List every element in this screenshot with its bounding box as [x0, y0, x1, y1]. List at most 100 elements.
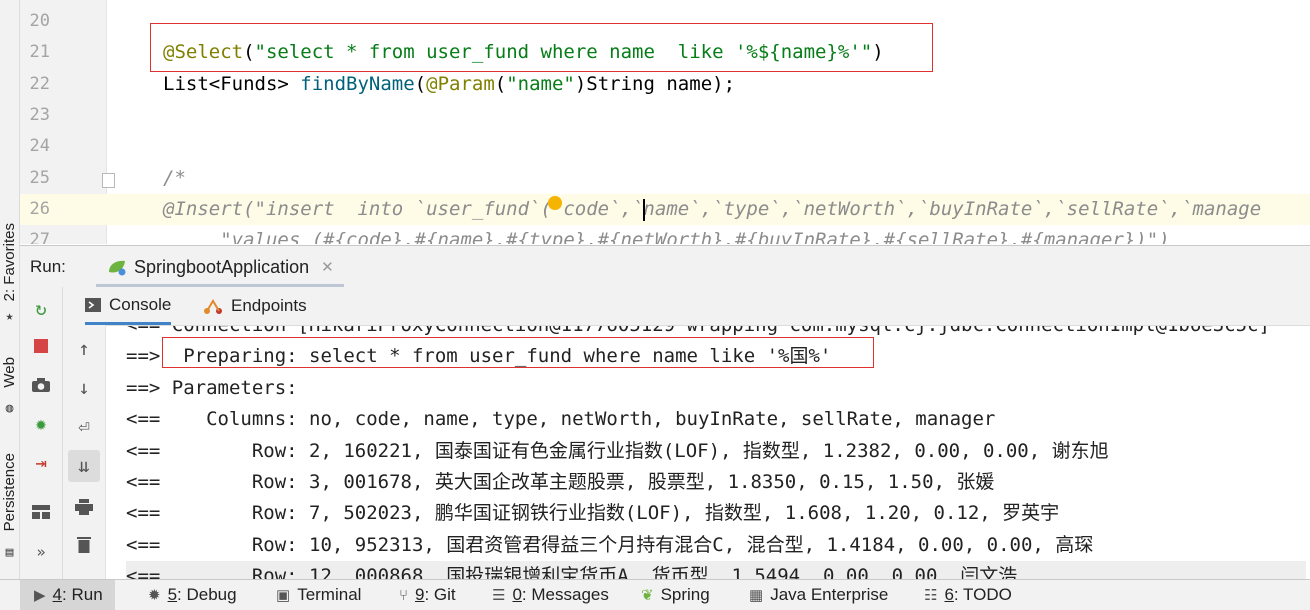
exit-icon[interactable]: ⇥: [20, 449, 62, 477]
bottom-tab-label: : Messages: [521, 585, 609, 604]
console-line: <== Row: 2, 160221, 国泰国证有色金属行业指数(LOF), 指…: [126, 439, 1109, 462]
favorites-tab[interactable]: 2: Favorites: [0, 212, 19, 312]
editor-line[interactable]: 27 "values (#{code},#{name},#{type},#{ne…: [20, 225, 1310, 244]
bottom-tab-shortcut: 0: [512, 585, 522, 604]
code-token: (: [414, 72, 427, 95]
bottom-tab-messages[interactable]: ☰ 0: Messages: [478, 580, 621, 610]
code-text: @Insert("insert into `user_fund`(`code`,…: [163, 194, 1261, 225]
editor-line[interactable]: 23: [20, 100, 1310, 131]
code-editor[interactable]: 20 21 @Select("select * from user_fund whe…: [20, 0, 1310, 244]
bottom-tab-shortcut: 4: [52, 585, 63, 604]
code-token: @Insert("insert into `user_fund`(`code`,…: [163, 197, 1262, 220]
editor-line[interactable]: 26 @Insert("insert into `user_fund`(`code…: [20, 193, 1310, 225]
bottom-tab-run[interactable]: ▶ 4: Run: [20, 580, 115, 610]
java-enterprise-icon: ▦: [749, 587, 764, 604]
git-icon: ⑂: [399, 586, 409, 604]
editor-line[interactable]: 25 /*: [20, 163, 1310, 194]
code-token: /*: [163, 166, 186, 189]
bottom-tab-label: : TODO: [953, 585, 1012, 604]
bottom-tab-label: : Run: [62, 585, 103, 604]
line-number: 20: [29, 11, 50, 31]
camera-icon[interactable]: [20, 371, 62, 399]
bottom-tab-label: Java Enterprise: [770, 585, 889, 604]
line-number: 25: [29, 167, 50, 188]
bottom-tab-label: Terminal: [297, 585, 362, 604]
fold-marker-icon[interactable]: [102, 173, 115, 188]
code-token: List<Funds>: [163, 72, 301, 95]
run-toolbar: ↻ ✹ ⇥ »: [20, 287, 63, 579]
code-token: "name": [506, 72, 575, 95]
bottom-tab-label: : Git: [424, 585, 456, 604]
console-toolbar: ↑ ↓ ⏎ ⇊: [63, 325, 106, 579]
bottom-tab-spring[interactable]: ❦ Spring: [627, 580, 722, 610]
rerun-icon[interactable]: ↻: [20, 295, 62, 323]
line-number: 24: [29, 136, 50, 157]
run-config-tab[interactable]: SpringbootApplication ✕: [96, 250, 344, 287]
console-tabs: Console Endpoints: [63, 287, 1310, 326]
console-line: <== Row: 12, 000868, 国投瑞银增利宝货币A, 货币型, 1.…: [126, 561, 1306, 579]
bottom-tab-terminal[interactable]: ▣ Terminal: [262, 580, 373, 610]
persistence-tab[interactable]: Persistence: [0, 445, 19, 540]
code-text: List<Funds> findByName(@Param("name")Str…: [163, 69, 735, 100]
messages-icon: ☰: [492, 587, 506, 604]
trash-icon[interactable]: [63, 530, 105, 558]
spring-icon: ❦: [641, 587, 654, 604]
debug-icon: ✹: [148, 587, 161, 604]
persistence-tab-label: Persistence: [1, 453, 18, 532]
editor-line[interactable]: 22 List<Funds> findByName(@Param("name")S…: [20, 69, 1310, 100]
arrow-down-icon[interactable]: ↓: [63, 374, 105, 402]
lightbulb-icon[interactable]: [548, 196, 562, 210]
code-text: /*: [163, 163, 186, 194]
select-annotation-highlight: [150, 23, 933, 72]
tab-endpoints-label: Endpoints: [231, 296, 307, 315]
editor-line[interactable]: 24: [20, 131, 1310, 162]
scroll-to-end-icon[interactable]: ⇊: [68, 450, 100, 482]
console-line: <== Row: 7, 502023, 鹏华国证钢铁行业指数(LOF), 指数型…: [126, 502, 1060, 525]
tab-console[interactable]: Console: [85, 287, 172, 325]
web-tab[interactable]: Web: [0, 350, 19, 395]
code-token: findByName: [300, 72, 415, 95]
tab-console-label: Console: [109, 294, 172, 314]
endpoints-icon: [204, 299, 222, 314]
console-line: <== Row: 3, 001678, 英大国企改革主题股票, 股票型, 1.8…: [126, 471, 995, 493]
preparing-highlight: [162, 337, 874, 368]
globe-icon: ◍: [5, 400, 14, 416]
bottom-tab-label: : Debug: [177, 585, 237, 604]
bottom-tab-shortcut: 5: [167, 585, 178, 604]
terminal-icon: ▣: [276, 587, 291, 604]
persistence-icon: ▤: [5, 544, 14, 560]
bottom-tab-todo[interactable]: ☷ 6: TODO: [910, 580, 1024, 610]
console-line: ==> Parameters:: [126, 376, 310, 399]
more-chevron-icon[interactable]: »: [20, 538, 62, 566]
console-icon: [85, 297, 101, 312]
print-icon[interactable]: [63, 493, 105, 521]
console-output[interactable]: <== Connection [HikariProxyConnection@11…: [106, 326, 1310, 579]
arrow-up-icon[interactable]: ↑: [63, 335, 105, 363]
stop-icon[interactable]: [20, 332, 62, 360]
bottom-tab-git[interactable]: ⑂ 9: Git: [385, 580, 468, 610]
code-token: (: [494, 72, 507, 95]
line-number: 27: [29, 230, 50, 244]
spring-boot-leaf-icon: [109, 260, 126, 276]
bottom-tool-bar: ▶ 4: Run ✹ 5: Debug ▣ Terminal ⑂ 9: Git ☰ 0: Mess…: [0, 579, 1310, 610]
line-number: 26: [29, 198, 50, 219]
code-text: "values (#{code},#{name},#{type},#{netWo…: [163, 225, 1170, 244]
bottom-tab-debug[interactable]: ✹ 5: Debug: [134, 580, 249, 610]
soft-wrap-icon[interactable]: ⏎: [63, 413, 105, 441]
code-token: "values (#{code},#{name},#{type},#{netWo…: [163, 229, 1170, 244]
line-number: 21: [29, 42, 50, 63]
tab-endpoints[interactable]: Endpoints: [203, 287, 307, 325]
left-tool-strip: 2: Favorites ★ Web ◍ Persistence ▤: [0, 0, 20, 579]
code-token: )String name);: [574, 72, 736, 95]
close-tab-icon[interactable]: ✕: [321, 258, 334, 276]
run-icon: ▶: [34, 587, 46, 604]
bottom-tab-label: Spring: [660, 585, 710, 604]
line-number: 22: [29, 73, 50, 94]
console-line: <== Row: 10, 952313, 国君资管君得益三个月持有混合C, 混合…: [126, 533, 1094, 556]
web-tab-label: Web: [1, 357, 18, 388]
debug-bug-icon[interactable]: ✹: [20, 410, 62, 438]
console-line: <== Columns: no, code, name, type, netWo…: [126, 408, 996, 431]
bottom-tab-java-enterprise[interactable]: ▦ Java Enterprise: [735, 580, 900, 610]
layout-icon[interactable]: [20, 498, 62, 526]
bottom-tab-shortcut: 6: [944, 585, 954, 604]
